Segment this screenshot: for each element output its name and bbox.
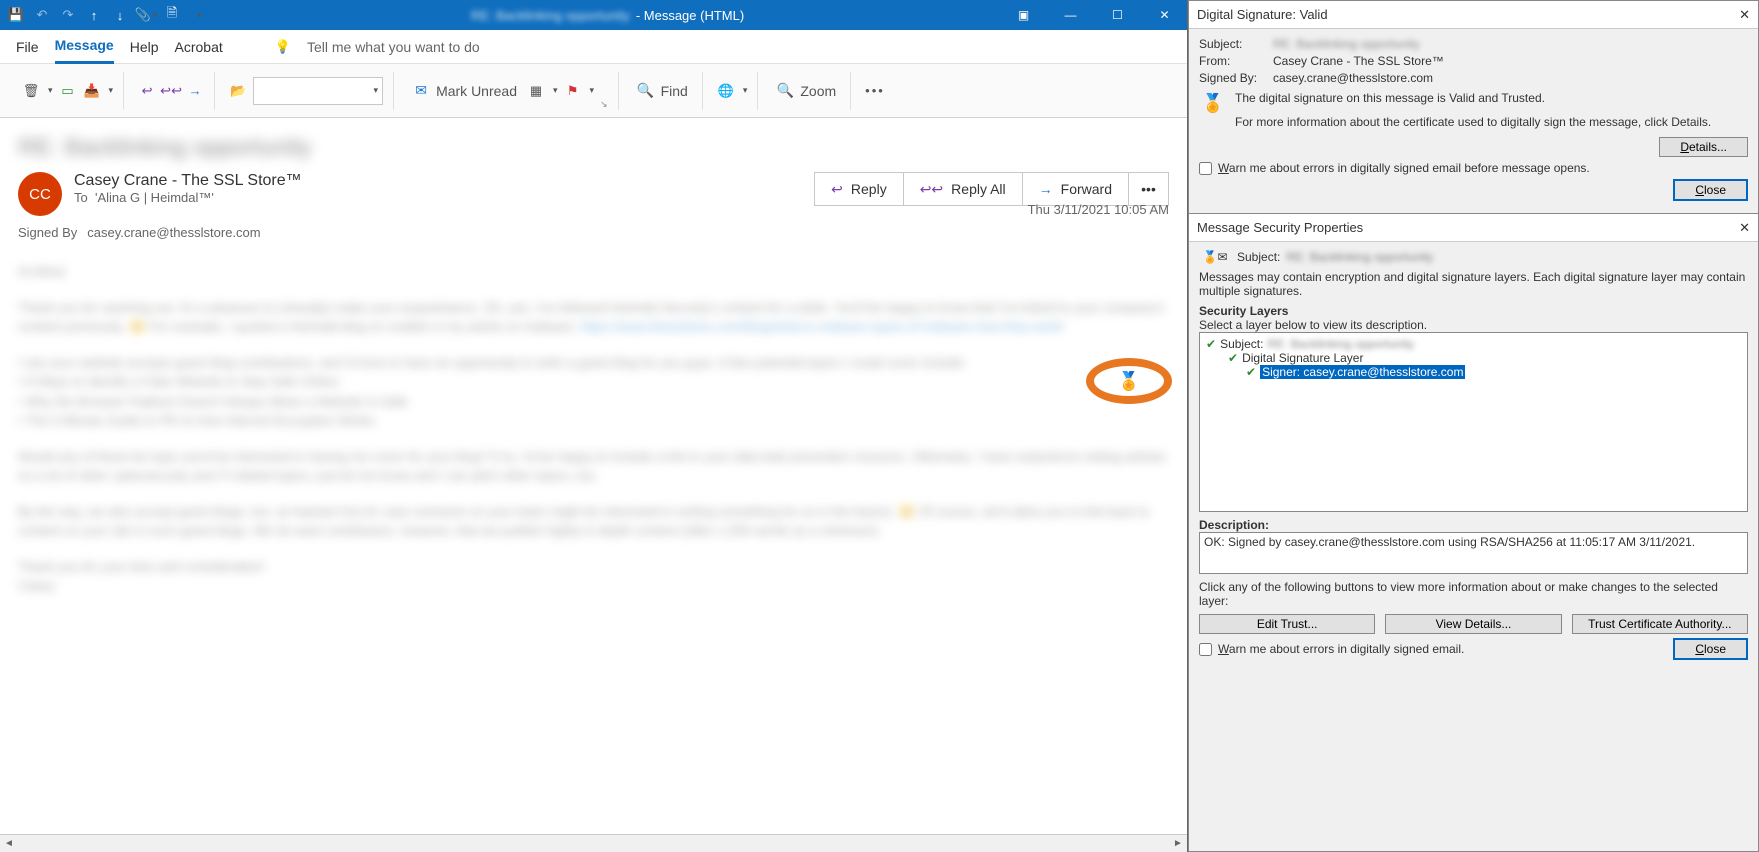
find-button[interactable]: 🔍Find	[633, 80, 692, 102]
attach-icon[interactable]: 📎▾	[136, 5, 156, 25]
to-label: To	[74, 190, 88, 205]
moveto-icon[interactable]: 📥	[83, 82, 101, 100]
tab-message[interactable]: Message	[55, 30, 114, 64]
more-icon[interactable]: •••	[865, 83, 885, 98]
security-layers-hint: Select a layer below to view its descrip…	[1199, 318, 1748, 332]
sig-signedby-label: Signed By:	[1199, 71, 1265, 85]
prev-icon[interactable]: ↑	[84, 5, 104, 25]
delete-icon[interactable]: 🗑	[22, 82, 40, 100]
warn-errors-checkbox[interactable]	[1199, 162, 1212, 175]
sig-panel-close-icon[interactable]: ✕	[1739, 7, 1750, 23]
details-button[interactable]: Details...	[1659, 137, 1748, 157]
tab-help[interactable]: Help	[130, 30, 159, 64]
forward-button[interactable]: →Forward	[1023, 172, 1129, 206]
maximize-icon[interactable]: ☐	[1095, 0, 1140, 30]
sig-close-button[interactable]: Close	[1673, 179, 1748, 201]
description-box: OK: Signed by casey.crane@thesslstore.co…	[1199, 532, 1748, 574]
sig-subject-value: RE: Backlinking opportunity	[1273, 37, 1420, 51]
save-icon[interactable]: 💾	[6, 5, 26, 25]
reply-button[interactable]: ↩Reply	[814, 172, 904, 206]
mark-unread-button[interactable]: ✉Mark Unread	[408, 80, 521, 102]
sig-msg-info: For more information about the certifica…	[1235, 115, 1711, 129]
tree-subject-label[interactable]: Subject:	[1220, 337, 1263, 351]
replyall-icon[interactable]: ↩↩	[162, 82, 180, 100]
signed-envelope-icon: 🏅✉	[1199, 250, 1231, 264]
view-details-button[interactable]: View Details...	[1385, 614, 1561, 634]
sec-intro: Messages may contain encryption and digi…	[1199, 270, 1748, 298]
ribbon: 🗑▾ ▭ 📥▾ ↩ ↩↩ → 📂 ▾ ✉Mark Unread ▦▾ ⚑▾ ↘ …	[0, 64, 1187, 118]
sig-from-value: Casey Crane - The SSL Store™	[1273, 54, 1444, 68]
tree-signer[interactable]: Signer: casey.crane@thesslstore.com	[1260, 365, 1465, 379]
redo-icon[interactable]: ↷	[58, 5, 78, 25]
tab-file[interactable]: File	[16, 30, 39, 64]
sec-hint2: Click any of the following buttons to vi…	[1199, 580, 1748, 608]
tree-layer[interactable]: Digital Signature Layer	[1242, 351, 1363, 365]
zoom-button[interactable]: 🔍Zoom	[772, 80, 840, 102]
signed-by-label: Signed By	[18, 225, 77, 240]
sig-msg-valid: The digital signature on this message is…	[1235, 91, 1711, 105]
horizontal-scrollbar[interactable]: ◄►	[0, 834, 1187, 852]
sig-subject-label: Subject:	[1199, 37, 1265, 51]
bulb-icon: 💡	[275, 39, 291, 55]
menu-tabs: File Message Help Acrobat 💡 Tell me what…	[0, 30, 1187, 64]
from-name: Casey Crane - The SSL Store™	[74, 172, 802, 190]
sec-subject-label: Subject:	[1237, 250, 1280, 264]
security-layers-label: Security Layers	[1199, 304, 1748, 318]
tellme-input[interactable]: Tell me what you want to do	[307, 39, 480, 55]
tab-acrobat[interactable]: Acrobat	[175, 30, 223, 64]
window-title: RE: Backlinking opportunity - Message (H…	[214, 8, 1001, 23]
sec-panel-title: Message Security Properties	[1197, 220, 1363, 235]
signed-by-value: casey.crane@thesslstore.com	[87, 225, 260, 240]
translate-icon[interactable]: 🌐	[717, 82, 735, 100]
avatar: CC	[18, 172, 62, 216]
qat-more-icon[interactable]: ▾	[188, 5, 208, 25]
reply-all-button[interactable]: ↩↩Reply All	[904, 172, 1023, 206]
minimize-icon[interactable]: —	[1048, 0, 1093, 30]
move-dropdown[interactable]: ▾	[253, 77, 383, 105]
popout-icon[interactable]: ▣	[1001, 0, 1046, 30]
archive-icon[interactable]: ▭	[59, 82, 77, 100]
dialog-launcher-icon[interactable]: ↘	[600, 99, 608, 110]
sec-close-button[interactable]: Close	[1673, 638, 1748, 660]
to-value: 'Alina G | Heimdal™'	[95, 190, 214, 205]
title-bar: 💾 ↶ ↷ ↑ ↓ 📎▾ 🗎 ▾ RE: Backlinking opportu…	[0, 0, 1187, 30]
trust-ca-button[interactable]: Trust Certificate Authority...	[1572, 614, 1748, 634]
edit-trust-button[interactable]: Edit Trust...	[1199, 614, 1375, 634]
warn-errors-label: Warn me about errors in digitally signed…	[1218, 161, 1590, 175]
close-icon[interactable]: ✕	[1142, 0, 1187, 30]
reply-icon[interactable]: ↩	[138, 82, 156, 100]
next-icon[interactable]: ↓	[110, 5, 130, 25]
message-body: Hi Alina! Thank you for reaching out. It…	[0, 244, 1187, 834]
message-subject: RE: Backlinking opportunity	[18, 134, 1169, 162]
sig-signedby-value: casey.crane@thesslstore.com	[1273, 71, 1433, 85]
undo-icon[interactable]: ↶	[32, 5, 52, 25]
sig-from-label: From:	[1199, 54, 1265, 68]
flag-icon[interactable]: ⚑	[564, 82, 582, 100]
security-layers-tree[interactable]: ✔ Subject: RE: Backlinking opportunity ✔…	[1199, 332, 1748, 512]
moveto-folder-icon[interactable]: 📂	[229, 82, 247, 100]
more-actions-button[interactable]: •••	[1129, 172, 1169, 206]
ribbon-award-icon: 🏅	[1199, 91, 1227, 129]
print-icon[interactable]: 🗎	[162, 5, 182, 25]
sec-panel-close-icon[interactable]: ✕	[1739, 220, 1750, 236]
description-label: Description:	[1199, 518, 1748, 532]
sig-panel-title: Digital Signature: Valid	[1197, 7, 1328, 22]
categorize-icon[interactable]: ▦	[527, 82, 545, 100]
sec-subject-value: RE: Backlinking opportunity	[1286, 250, 1433, 264]
forward-icon[interactable]: →	[186, 82, 204, 100]
